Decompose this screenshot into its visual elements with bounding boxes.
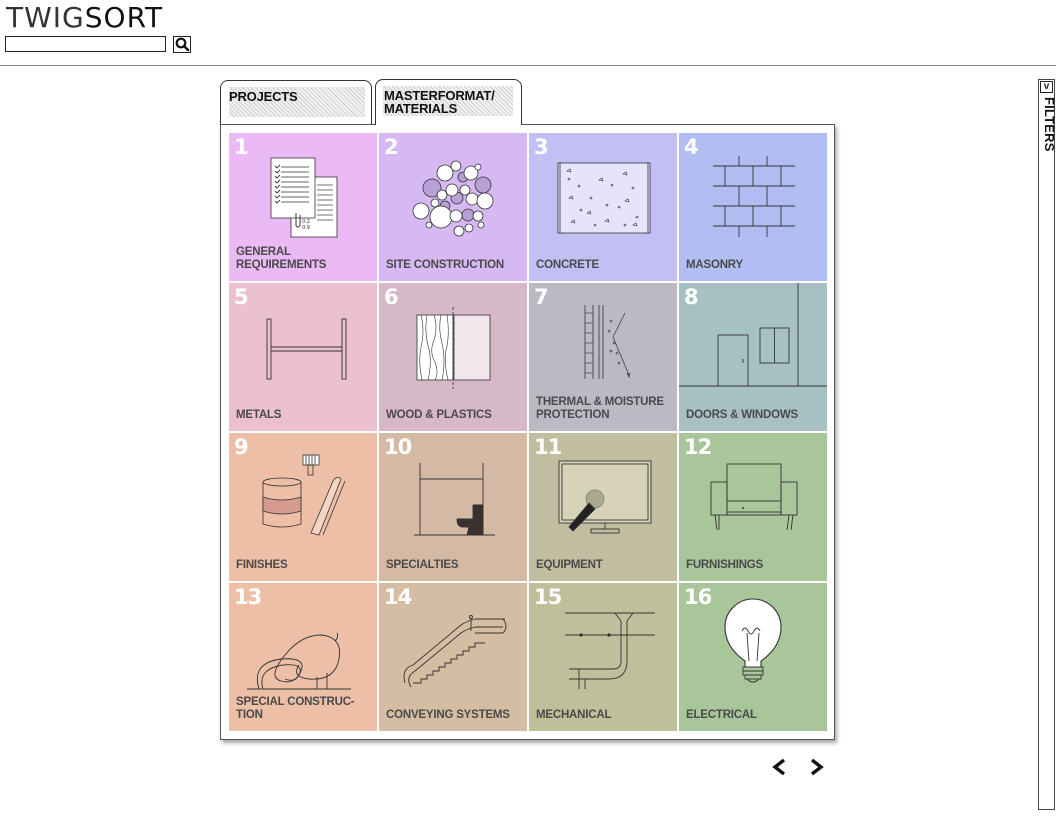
tile-label: MECHANICAL [536, 708, 612, 721]
filters-label: FILTERS [1042, 97, 1056, 152]
search-button[interactable] [173, 36, 191, 53]
prev-page-button[interactable] [770, 757, 788, 777]
tile-specialties[interactable]: 10 SPECIALTIES [379, 433, 527, 581]
header-divider [0, 65, 1056, 66]
tile-label: CONCRETE [536, 258, 599, 271]
tile-furnishings[interactable]: 12 FURNISHINGS [679, 433, 827, 581]
tile-label: SPECIAL CONSTRUC- TION [236, 696, 355, 721]
tile-concrete[interactable]: 3 CONCRETE [529, 133, 677, 281]
tile-label: FURNISHINGS [686, 558, 764, 571]
tile-label: EQUIPMENT [536, 558, 603, 571]
tile-label: WOOD & PLASTICS [386, 408, 492, 421]
tile-label: METALS [236, 408, 282, 421]
tile-label: SPECIALTIES [386, 558, 459, 571]
tile-electrical[interactable]: 16 ELECTRICAL [679, 583, 827, 731]
tile-mechanical[interactable]: 15 MECHANICAL [529, 583, 677, 731]
tile-special-construction[interactable]: 13 SPECIAL CONSTRUC- TION [229, 583, 377, 731]
svg-text:0.9: 0.9 [302, 225, 310, 231]
tile-label: MASONRY [686, 258, 743, 271]
tile-equipment[interactable]: 11 EQUIPMENT [529, 433, 677, 581]
magnifier-icon [175, 37, 190, 52]
tile-conveying-systems[interactable]: 14 CONVEYING SYSTEMS [379, 583, 527, 731]
tab-masterformat-materials[interactable]: MASTERFORMAT/ MATERIALS [375, 79, 522, 125]
tile-site-construction[interactable]: 2 SITE CONSTRUCTION [379, 133, 527, 281]
filters-panel-toggle[interactable]: v FILTERS [1038, 79, 1056, 810]
tile-wood-plastics[interactable]: 6 WOOD & PLASTICS [379, 283, 527, 431]
tile-label: GENERAL REQUIREMENTS [236, 246, 327, 271]
tab-projects[interactable]: PROJECTS [220, 80, 372, 124]
division-grid: 1 0.2 0.9 GENERAL REQUIREMENTS 2 SITE CO… [229, 133, 828, 732]
logo-part-twig: TWIG [6, 1, 85, 34]
tile-label: ELECTRICAL [686, 708, 757, 721]
tile-doors-windows[interactable]: 8 DOORS & WINDOWS [679, 283, 827, 431]
chevron-right-icon [810, 758, 824, 776]
tile-masonry[interactable]: 4 MASONRY [679, 133, 827, 281]
tab-projects-label: PROJECTS [229, 89, 298, 104]
tile-label: DOORS & WINDOWS [686, 408, 798, 421]
chevron-left-icon [772, 758, 786, 776]
tab-materials-label: MASTERFORMAT/ MATERIALS [384, 88, 495, 116]
tile-label: SITE CONSTRUCTION [386, 258, 504, 271]
chevron-down-icon: v [1040, 81, 1053, 93]
tile-label: CONVEYING SYSTEMS [386, 708, 510, 721]
tile-thermal-moisture[interactable]: 7 THERMAL & MOISTURE PROTECTION [529, 283, 677, 431]
tile-label: THERMAL & MOISTURE PROTECTION [536, 396, 664, 421]
tile-metals[interactable]: 5 METALS [229, 283, 377, 431]
logo: TWIGSORT [6, 3, 163, 33]
tile-label: FINISHES [236, 558, 288, 571]
next-page-button[interactable] [808, 757, 826, 777]
tile-general-requirements[interactable]: 1 0.2 0.9 GENERAL REQUIREMENTS [229, 133, 377, 281]
tile-finishes[interactable]: 9 FINISHES [229, 433, 377, 581]
logo-part-sort: SORT [84, 1, 164, 34]
search-input[interactable] [5, 36, 166, 52]
